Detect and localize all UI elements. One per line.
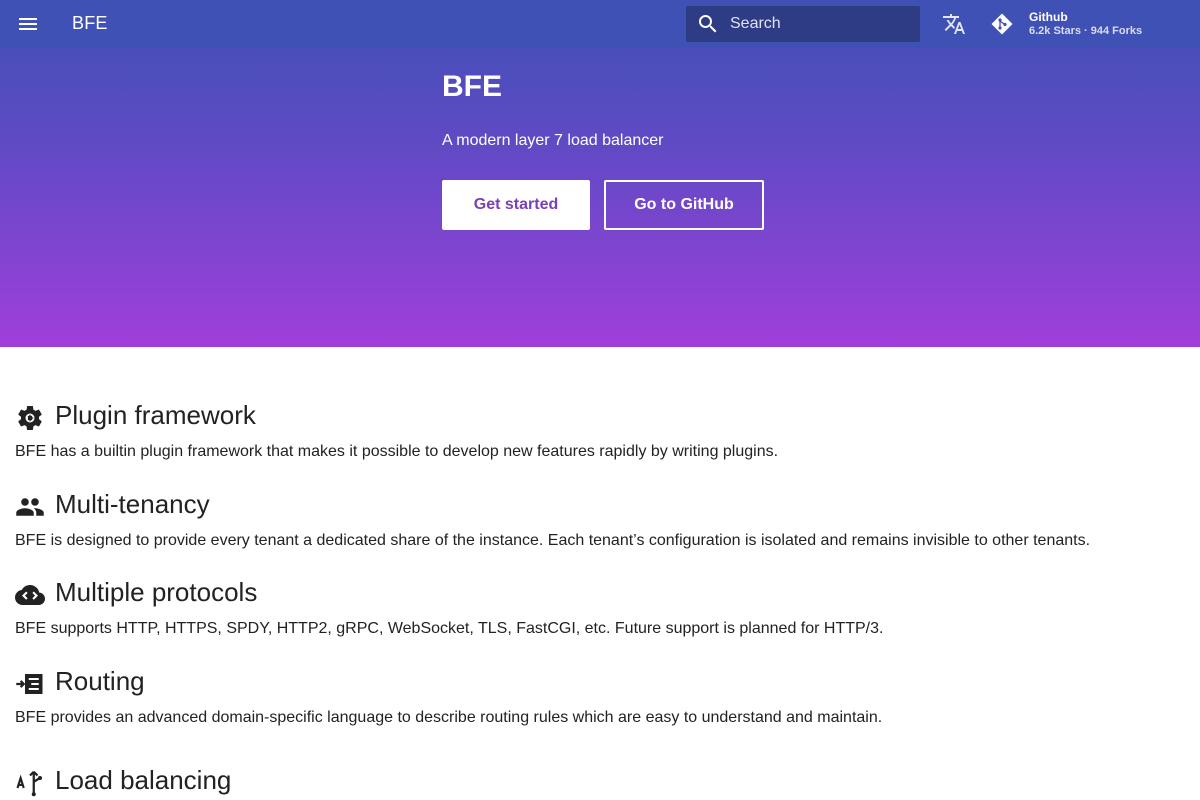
feature-routing: Routing BFE provides an advanced domain-…	[15, 666, 1185, 726]
search-icon	[696, 12, 720, 36]
feature-description: BFE is designed to provide every tenant …	[15, 532, 1091, 549]
people-icon	[15, 492, 45, 522]
feature-multiple-protocols: Multiple protocols BFE supports HTTP, HT…	[15, 577, 1185, 637]
load-balancing-icon	[15, 768, 45, 798]
translate-icon[interactable]	[942, 12, 966, 36]
repo-name: Github	[1029, 10, 1068, 24]
go-to-github-button[interactable]: Go to GitHub	[604, 180, 764, 230]
feature-plugin-framework: Plugin framework BFE has a builtin plugi…	[15, 400, 1185, 460]
cloud-code-icon	[15, 580, 45, 610]
feature-multi-tenancy: Multi-tenancy BFE is designed to provide…	[15, 489, 1185, 549]
feature-description: BFE has a builtin plugin framework that …	[15, 443, 779, 460]
feature-heading: Load balancing	[15, 765, 1185, 799]
feature-title: Multiple protocols	[55, 577, 258, 607]
feature-description: BFE supports HTTP, HTTPS, SPDY, HTTP2, g…	[15, 620, 884, 637]
routing-icon	[15, 669, 45, 699]
top-app-bar: BFE Github 6.2k Stars · 944 Forks	[0, 0, 1200, 48]
feature-title: Routing	[55, 666, 145, 696]
feature-heading: Multiple protocols	[15, 577, 1185, 611]
github-repo-link[interactable]: Github 6.2k Stars · 944 Forks	[988, 8, 1188, 42]
menu-icon[interactable]	[16, 12, 40, 36]
repo-facts: 6.2k Stars · 944 Forks	[1029, 25, 1143, 37]
site-title[interactable]: BFE	[72, 13, 108, 34]
hero-subtitle: A modern layer 7 load balancer	[442, 132, 664, 149]
search-box[interactable]	[686, 6, 920, 42]
feature-heading: Multi-tenancy	[15, 489, 1185, 523]
get-started-button[interactable]: Get started	[442, 180, 590, 230]
feature-description: BFE provides an advanced domain-specific…	[15, 709, 883, 726]
hero-banner: BFE Github 6.2k Stars · 944 Forks	[0, 0, 1200, 347]
feature-title: Multi-tenancy	[55, 489, 210, 519]
feature-title: Load balancing	[55, 765, 232, 795]
feature-title: Plugin framework	[55, 400, 256, 430]
git-icon	[990, 12, 1014, 36]
hero-title: BFE	[442, 70, 502, 103]
search-input[interactable]	[730, 6, 910, 42]
feature-heading: Routing	[15, 666, 1185, 700]
gear-plugin-icon	[15, 403, 45, 433]
feature-load-balancing: Load balancing	[15, 765, 1185, 799]
feature-heading: Plugin framework	[15, 400, 1185, 434]
